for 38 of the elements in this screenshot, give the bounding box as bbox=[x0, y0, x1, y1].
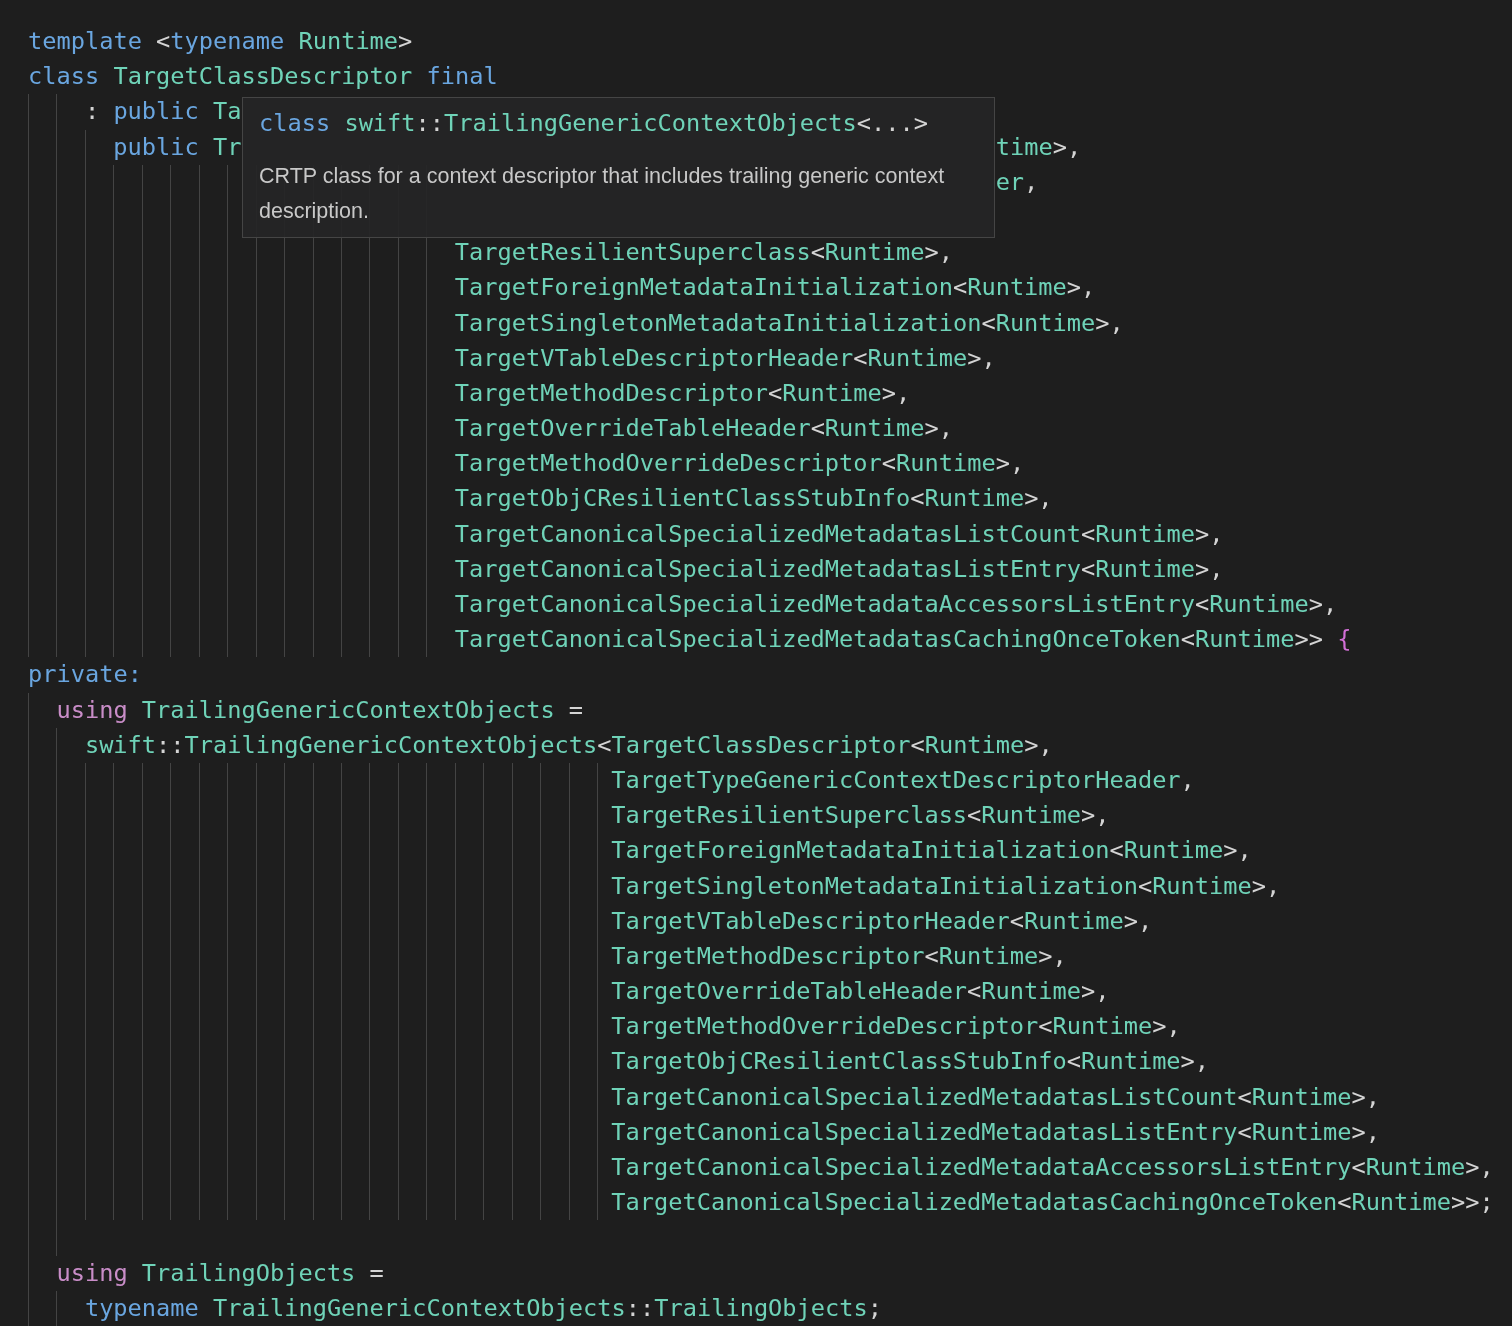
code-line: class TargetClassDescriptor final bbox=[28, 61, 498, 93]
code-line: TargetCanonicalSpecializedMetadatasListEntry<Runtime>, bbox=[611, 1116, 1380, 1148]
code-line: TargetForeignMetadataInitialization<Runtime>, bbox=[454, 272, 1096, 304]
code-line: TargetCanonicalSpecializedMetadataAccessorsListEntry<Runtime>, bbox=[611, 1152, 1494, 1183]
code-line: TargetMethodDescriptor<Runtime>, bbox=[611, 940, 1067, 972]
code-line: TargetResilientSuperclass<Runtime>, bbox=[611, 800, 1110, 832]
code-line: TargetCanonicalSpecializedMetadatasListCount<Runtime>, bbox=[611, 1081, 1380, 1113]
code-line: using TrailingGenericContextObjects = bbox=[56, 694, 584, 726]
code-line: TargetMethodOverrideDescriptor<Runtime>, bbox=[454, 448, 1025, 480]
code-line: TargetObjCResilientClassStubInfo<Runtime>, bbox=[454, 483, 1053, 515]
code-line: TargetOverrideTableHeader<Runtime>, bbox=[611, 976, 1110, 1008]
code-line: TargetCanonicalSpecializedMetadatasCachingOnceToken<Runtime>> { bbox=[454, 624, 1352, 656]
code-line: template <typename Runtime> bbox=[28, 26, 413, 57]
code-line: TargetResilientSuperclass<Runtime>, bbox=[454, 237, 953, 269]
code-line: TargetMethodOverrideDescriptor<Runtime>, bbox=[611, 1011, 1181, 1043]
code-line: TargetCanonicalSpecializedMetadataAccessorsListEntry<Runtime>, bbox=[454, 589, 1338, 620]
code-line: TargetForeignMetadataInitialization<Runtime>, bbox=[611, 835, 1252, 867]
code-line: TargetVTableDescriptorHeader<Runtime>, bbox=[611, 905, 1153, 937]
code-line: typename TrailingGenericContextObjects::TrailingObjects; bbox=[84, 1292, 882, 1324]
code-line: TargetOverrideTableHeader<Runtime>, bbox=[454, 413, 953, 445]
code-line: er, bbox=[995, 166, 1039, 198]
code-line: TargetVTableDescriptorHeader<Runtime>, bbox=[454, 342, 996, 374]
code-line: TargetSingletonMetadataInitialization<Runtime>, bbox=[611, 870, 1281, 902]
code-line: TargetSingletonMetadataInitialization<Runtime>, bbox=[454, 307, 1124, 339]
code-line: time>, bbox=[995, 131, 1082, 163]
tooltip-description: CRTP class for a context descriptor that includes trailing generic context description. bbox=[259, 162, 946, 225]
code-line: : public Ta bbox=[84, 96, 242, 128]
code-line: TargetTypeGenericContextDescriptorHeader, bbox=[611, 764, 1195, 796]
code-line: TargetMethodDescriptor<Runtime>, bbox=[454, 377, 911, 409]
code-line: using TrailingObjects = bbox=[56, 1257, 384, 1289]
code-line: public Tr bbox=[113, 131, 242, 163]
code-line: TargetObjCResilientClassStubInfo<Runtime>, bbox=[611, 1046, 1210, 1078]
code-line: private: bbox=[28, 659, 142, 691]
code-line: swift::TrailingGenericContextObjects<TargetClassDescriptor<Runtime>, bbox=[84, 729, 1053, 761]
code-line: TargetCanonicalSpecializedMetadatasListCount<Runtime>, bbox=[454, 518, 1224, 550]
code-line: TargetCanonicalSpecializedMetadatasListEntry<Runtime>, bbox=[454, 553, 1224, 585]
code-line: TargetCanonicalSpecializedMetadatasCachingOnceToken<Runtime>>; bbox=[611, 1187, 1494, 1219]
tooltip-signature: class swift::TrailingGenericContextObjects<...> bbox=[259, 109, 928, 137]
